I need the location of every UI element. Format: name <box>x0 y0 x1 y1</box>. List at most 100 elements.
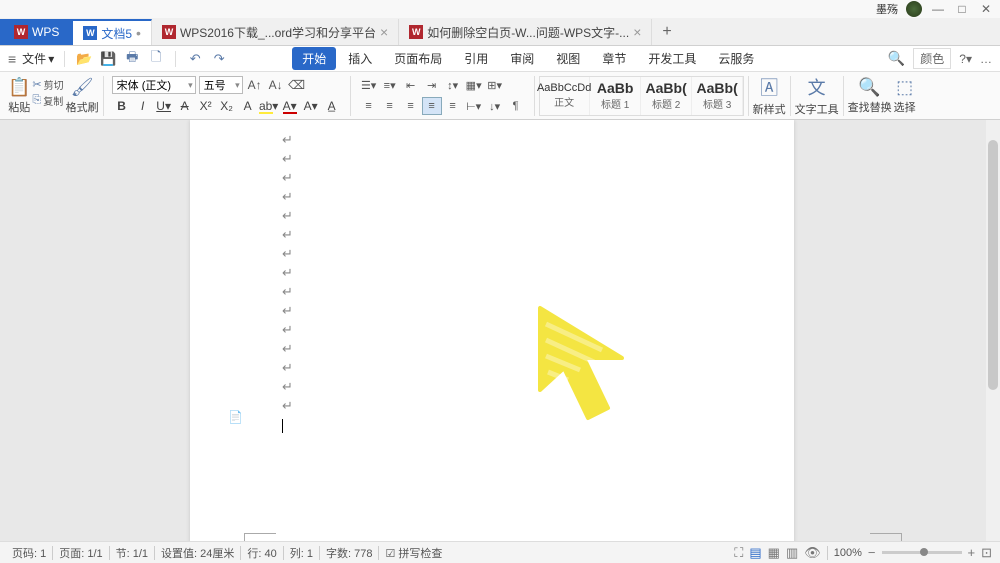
page-options-icon[interactable]: 📄 <box>228 410 244 426</box>
open-icon[interactable]: 📂 <box>75 51 93 67</box>
ribbon-tab-dev[interactable]: 开发工具 <box>638 47 706 70</box>
undo-icon[interactable]: ↶ <box>186 51 204 67</box>
scroll-thumb[interactable] <box>988 140 998 390</box>
bullets-button[interactable]: ☰▾ <box>359 76 379 94</box>
cut-button[interactable]: ✂剪切 <box>32 77 63 92</box>
status-line[interactable]: 行: 40 <box>243 545 280 561</box>
tab-close-icon[interactable]: × <box>380 24 388 40</box>
style-h2[interactable]: AaBb(标题 2 <box>642 77 692 115</box>
indent-inc-button[interactable]: ⇥ <box>422 76 442 94</box>
superscript-button[interactable]: X² <box>196 97 216 115</box>
zoom-thumb[interactable] <box>920 548 928 556</box>
zoom-level[interactable]: 100% <box>834 547 862 559</box>
status-spell[interactable]: ☑ 拼写检查 <box>381 545 446 561</box>
copy-button[interactable]: ⎘复制 <box>32 93 63 108</box>
numbering-button[interactable]: ≡▾ <box>380 76 400 94</box>
fullscreen-icon[interactable]: ⛶ <box>734 545 743 561</box>
fit-page-icon[interactable]: ⊡ <box>981 545 992 561</box>
line-spacing-button[interactable]: ↕▾ <box>443 76 463 94</box>
phonetic-button[interactable]: A̲ <box>322 97 342 115</box>
ribbon-tab-start[interactable]: 开始 <box>292 47 336 70</box>
shading-button[interactable]: ▦▾ <box>464 76 484 94</box>
print-preview-icon[interactable]: 🗋 <box>147 48 165 70</box>
italic-button[interactable]: I <box>133 97 153 115</box>
ribbon-tab-review[interactable]: 审阅 <box>500 47 544 70</box>
ribbon-tab-section[interactable]: 章节 <box>592 47 636 70</box>
format-brush-button[interactable]: 🖌 格式刷 <box>66 77 99 115</box>
highlight-button[interactable]: ab▾ <box>259 97 279 115</box>
help-icon[interactable]: ?▾ <box>959 52 972 66</box>
avatar[interactable] <box>906 1 922 17</box>
tab-close-icon[interactable]: × <box>633 24 641 40</box>
subscript-button[interactable]: X₂ <box>217 97 237 115</box>
minimize-button[interactable]: — <box>930 2 946 16</box>
status-page[interactable]: 页码: 1 <box>8 545 50 561</box>
status-words[interactable]: 字数: 778 <box>322 545 376 561</box>
collapse-ribbon-icon[interactable]: … <box>980 52 992 66</box>
bold-button[interactable]: B <box>112 97 132 115</box>
shrink-font-icon[interactable]: A↓ <box>267 77 285 93</box>
ribbon-tab-insert[interactable]: 插入 <box>338 47 382 70</box>
text-effect-button[interactable]: A <box>238 97 258 115</box>
ribbon-tab-layout[interactable]: 页面布局 <box>384 47 452 70</box>
strikethrough-button[interactable]: A <box>175 97 195 115</box>
web-layout-icon[interactable]: ▥ <box>786 545 798 561</box>
tabs-button[interactable]: ⊢▾ <box>464 97 484 115</box>
document-area[interactable]: ↵↵↵↵↵↵↵↵↵↵↵↵↵↵↵ 📄 <box>0 120 1000 541</box>
ribbon-tab-cloud[interactable]: 云服务 <box>708 47 764 70</box>
search-icon[interactable]: 🔍 <box>888 50 905 67</box>
vertical-scrollbar[interactable] <box>986 120 1000 541</box>
close-button[interactable]: ✕ <box>978 2 994 16</box>
doc-tab-1[interactable]: W WPS2016下载_...ord学习和分享平台 × <box>152 19 399 45</box>
select-button[interactable]: ⬚选择 <box>894 77 916 115</box>
font-size-select[interactable]: 五号 <box>199 76 243 94</box>
doc-tab-2[interactable]: W 如何删除空白页-W...问题-WPS文字-... × <box>399 19 652 45</box>
file-menu[interactable]: 文件 ▾ <box>22 50 54 67</box>
char-shading-button[interactable]: A▾ <box>301 97 321 115</box>
print-icon[interactable]: 🖶 <box>123 48 141 70</box>
zoom-slider[interactable] <box>882 551 962 554</box>
align-left-button[interactable]: ≡ <box>359 97 379 115</box>
color-menu[interactable]: 颜色 <box>913 48 951 69</box>
save-icon[interactable]: 💾 <box>99 51 117 67</box>
ribbon-tab-view[interactable]: 视图 <box>546 47 590 70</box>
read-mode-icon[interactable]: 👁 <box>804 545 821 561</box>
maximize-button[interactable]: □ <box>954 2 970 16</box>
style-normal[interactable]: AaBbCcDd正文 <box>540 77 590 115</box>
paste-button[interactable]: 📋 粘贴 <box>8 77 30 115</box>
text-tools-button[interactable]: 文文字工具 <box>795 74 839 117</box>
font-color-button[interactable]: A▾ <box>280 97 300 115</box>
status-setval[interactable]: 设置值: 24厘米 <box>157 545 238 561</box>
zoom-in-button[interactable]: + <box>968 545 976 560</box>
ribbon-tab-reference[interactable]: 引用 <box>454 47 498 70</box>
new-style-button[interactable]: 🄰新样式 <box>753 74 786 117</box>
align-center-button[interactable]: ≡ <box>380 97 400 115</box>
align-right-button[interactable]: ≡ <box>401 97 421 115</box>
align-justify-button[interactable]: ≡ <box>422 97 442 115</box>
font-family-select[interactable]: 宋体 (正文) <box>112 76 196 94</box>
clear-format-icon[interactable]: ⌫ <box>288 77 306 93</box>
find-replace-button[interactable]: 🔍查找替换 <box>848 77 892 115</box>
status-section[interactable]: 节: 1/1 <box>112 545 152 561</box>
outline-icon[interactable]: ▦ <box>768 545 780 561</box>
align-distribute-button[interactable]: ≡ <box>443 97 463 115</box>
show-marks-button[interactable]: ¶ <box>506 97 526 115</box>
doc-tab-0[interactable]: W 文档5 • <box>73 19 152 45</box>
tab-close-icon[interactable]: • <box>136 25 141 41</box>
status-pages[interactable]: 页面: 1/1 <box>55 545 106 561</box>
grow-font-icon[interactable]: A↑ <box>246 77 264 93</box>
indent-dec-button[interactable]: ⇤ <box>401 76 421 94</box>
user-name[interactable]: 墨殇 <box>876 1 898 17</box>
print-layout-icon[interactable]: ▤ <box>749 545 761 561</box>
styles-gallery[interactable]: AaBbCcDd正文 AaBb标题 1 AaBb(标题 2 AaBb(标题 3 <box>539 76 744 116</box>
document-page[interactable]: ↵↵↵↵↵↵↵↵↵↵↵↵↵↵↵ <box>190 120 794 541</box>
style-h1[interactable]: AaBb标题 1 <box>591 77 641 115</box>
border-button[interactable]: ⊞▾ <box>485 76 505 94</box>
wps-home-tab[interactable]: W WPS <box>0 19 73 45</box>
zoom-out-button[interactable]: − <box>868 545 876 560</box>
new-tab-button[interactable]: + <box>652 19 681 45</box>
underline-button[interactable]: U▾ <box>154 97 174 115</box>
style-h3[interactable]: AaBb(标题 3 <box>693 77 743 115</box>
sort-button[interactable]: ↓▾ <box>485 97 505 115</box>
status-col[interactable]: 列: 1 <box>286 545 317 561</box>
